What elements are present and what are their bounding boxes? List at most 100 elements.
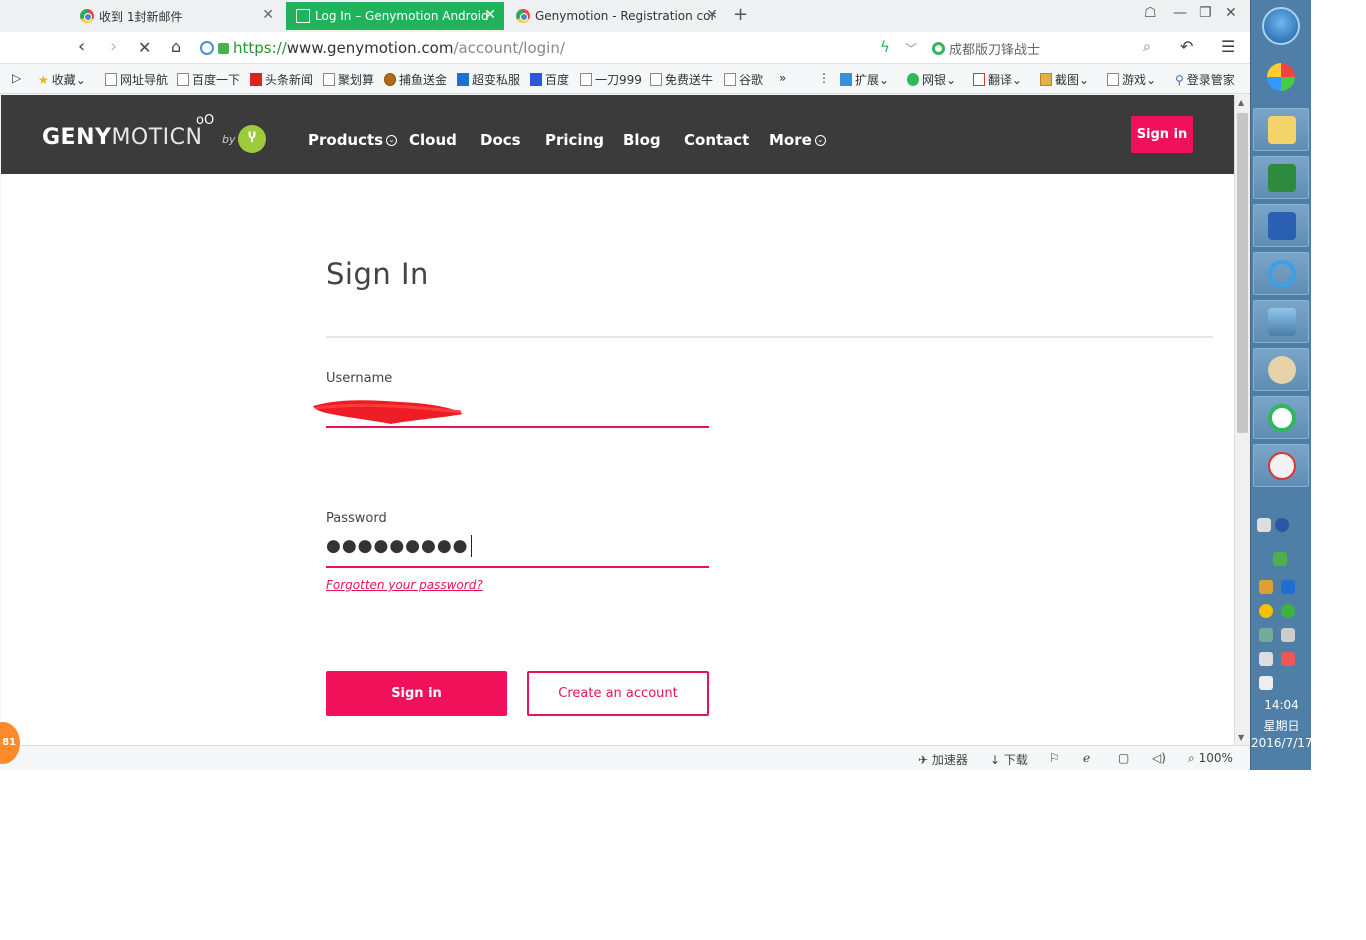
password-input[interactable]: ●●●●●●●●●	[326, 535, 472, 557]
picture-icon	[1268, 308, 1296, 336]
clock-weekday: 星期日	[1263, 719, 1300, 733]
scroll-down-icon[interactable]: ▼	[1238, 733, 1244, 742]
excel-icon	[1268, 164, 1296, 192]
tab-registration[interactable]: Genymotion - Registration cor ✕	[506, 2, 726, 30]
chevron-down-icon[interactable]: ﹀	[905, 40, 917, 57]
sound-icon[interactable]: ◁)	[1152, 751, 1166, 765]
create-account-button[interactable]: Create an account	[527, 671, 709, 716]
keyboard-icon[interactable]	[1257, 518, 1271, 532]
bookmark-item[interactable]: 聚划算	[323, 71, 374, 88]
search-icon[interactable]: ⌕	[1143, 39, 1151, 55]
qq-icon[interactable]	[1259, 604, 1273, 618]
taskbar-word[interactable]	[1253, 204, 1309, 247]
extensions-button[interactable]: 扩展 ⌄	[840, 71, 889, 88]
taskbar-excel[interactable]	[1253, 156, 1309, 199]
window-icon[interactable]: ▢	[1118, 751, 1129, 765]
fish-icon	[384, 73, 396, 86]
restore-icon[interactable]: ❐	[1199, 5, 1212, 21]
close-tab-icon[interactable]: ✕	[706, 7, 718, 23]
bookmark-item[interactable]: 超变私服	[457, 71, 520, 88]
taskbar-snipping[interactable]	[1253, 444, 1309, 487]
nav-more[interactable]: More ⌄	[769, 131, 826, 149]
skin-icon[interactable]: ☖	[1144, 5, 1157, 21]
nav-cloud[interactable]: Cloud	[409, 131, 457, 149]
volume-muted-icon[interactable]	[1281, 652, 1295, 666]
url-field[interactable]: https:// www.genymotion.com /account/log…	[200, 36, 920, 60]
login-manager-button[interactable]: ⚲ 登录管家	[1175, 71, 1235, 88]
screenshot-button[interactable]: 截图 ⌄	[1040, 71, 1089, 88]
search-input[interactable]: 成都版刀锋战士	[932, 37, 1162, 59]
start-button[interactable]	[1262, 7, 1300, 45]
logo-bubbles: oO	[196, 113, 215, 128]
nav-pricing[interactable]: Pricing	[545, 131, 604, 149]
forgot-password-link[interactable]: Forgotten your password?	[326, 578, 483, 592]
scroll-thumb[interactable]	[1237, 113, 1248, 433]
close-window-icon[interactable]: ✕	[1225, 5, 1237, 21]
help-icon[interactable]	[1275, 518, 1289, 532]
speed-icon[interactable]: ϟ	[880, 38, 890, 56]
close-tab-icon[interactable]: ✕	[262, 7, 274, 23]
taskbar: 14:04 星期日 2016/7/17	[1250, 0, 1313, 770]
clock-time[interactable]: 14:04	[1251, 698, 1312, 712]
header-signin-button[interactable]: Sign in	[1131, 116, 1193, 153]
nav-products[interactable]: Products ⌄	[308, 131, 398, 149]
games-button[interactable]: 游戏 ⌄	[1107, 71, 1156, 88]
sidebar-toggle-icon[interactable]: ▷	[12, 71, 21, 85]
security-shield-icon[interactable]	[1259, 628, 1273, 642]
more-bookmarks-icon[interactable]: »	[779, 71, 786, 85]
tab-login[interactable]: Log In – Genymotion Android ✕	[286, 2, 504, 30]
nav-contact[interactable]: Contact	[684, 131, 749, 149]
taskbar-paint[interactable]	[1253, 348, 1309, 391]
volume-icon[interactable]	[1259, 652, 1273, 666]
bookmark-item[interactable]: 谷歌	[724, 71, 763, 88]
nav-docs[interactable]: Docs	[480, 131, 521, 149]
bookmark-item[interactable]: 免费送牛	[650, 71, 713, 88]
zoom-button[interactable]: ⌕ 100%	[1188, 751, 1233, 766]
taskbar-browser[interactable]	[1253, 396, 1309, 439]
new-tab-icon[interactable]: +	[733, 4, 748, 25]
download-button[interactable]: ↓ 下载	[990, 751, 1028, 768]
forward-icon[interactable]: ›	[110, 36, 117, 57]
bookmark-favorites[interactable]: ★ 收藏 ⌄	[38, 71, 86, 88]
home-icon[interactable]: ⌂	[171, 37, 181, 56]
bookmark-item[interactable]: 捕鱼送金	[384, 71, 447, 88]
bookmark-item[interactable]: 百度	[530, 71, 569, 88]
bookmark-item[interactable]: 网址导航	[105, 71, 168, 88]
minimize-icon[interactable]: —	[1173, 5, 1187, 21]
usb-icon[interactable]	[1273, 552, 1287, 566]
tray-plus-icon[interactable]	[1281, 604, 1295, 618]
taskbar-explorer[interactable]	[1253, 108, 1309, 151]
taskbar-photos[interactable]	[1253, 300, 1309, 343]
taskbar-app-360[interactable]	[1253, 56, 1309, 99]
bank-button[interactable]: 网银 ⌄	[907, 71, 956, 88]
bookmark-item[interactable]: 百度一下	[177, 71, 240, 88]
accelerator-button[interactable]: ✈ 加速器	[918, 751, 968, 768]
bookmark-item[interactable]: 头条新闻	[250, 71, 313, 88]
scroll-up-icon[interactable]: ▲	[1238, 98, 1244, 107]
stop-icon[interactable]: ✕	[138, 38, 151, 57]
taskbar-ie[interactable]	[1253, 252, 1309, 295]
close-tab-icon[interactable]: ✕	[484, 7, 496, 23]
flag-icon[interactable]: ⚐	[1049, 751, 1060, 765]
tray-app-icon[interactable]	[1259, 580, 1273, 594]
signin-submit-button[interactable]: Sign in	[326, 671, 507, 716]
tray-app-icon[interactable]	[1281, 580, 1295, 594]
username-label: Username	[326, 371, 393, 386]
network-icon[interactable]	[1281, 628, 1295, 642]
vertical-scrollbar[interactable]: ▲ ▼	[1234, 95, 1250, 745]
tab-mail[interactable]: 收到 1封新邮件 ✕	[70, 2, 282, 30]
paw-icon	[530, 73, 542, 86]
star-icon: ★	[38, 72, 49, 87]
undo-icon[interactable]: ↶	[1180, 37, 1193, 56]
bookmark-item[interactable]: 一刀999	[580, 71, 642, 88]
clipboard-icon[interactable]	[1259, 676, 1273, 690]
page-title: Sign In	[326, 257, 429, 291]
back-icon[interactable]: ‹	[78, 36, 85, 57]
password-label: Password	[326, 511, 387, 526]
translate-button[interactable]: 翻译 ⌄	[973, 71, 1022, 88]
genymotion-logo[interactable]: GENYMOTICN	[42, 125, 202, 150]
menu-icon[interactable]: ☰	[1221, 37, 1235, 56]
gamepad-icon	[1107, 73, 1119, 86]
ie-mode-icon[interactable]: ℯ	[1083, 751, 1090, 765]
nav-blog[interactable]: Blog	[623, 131, 661, 149]
